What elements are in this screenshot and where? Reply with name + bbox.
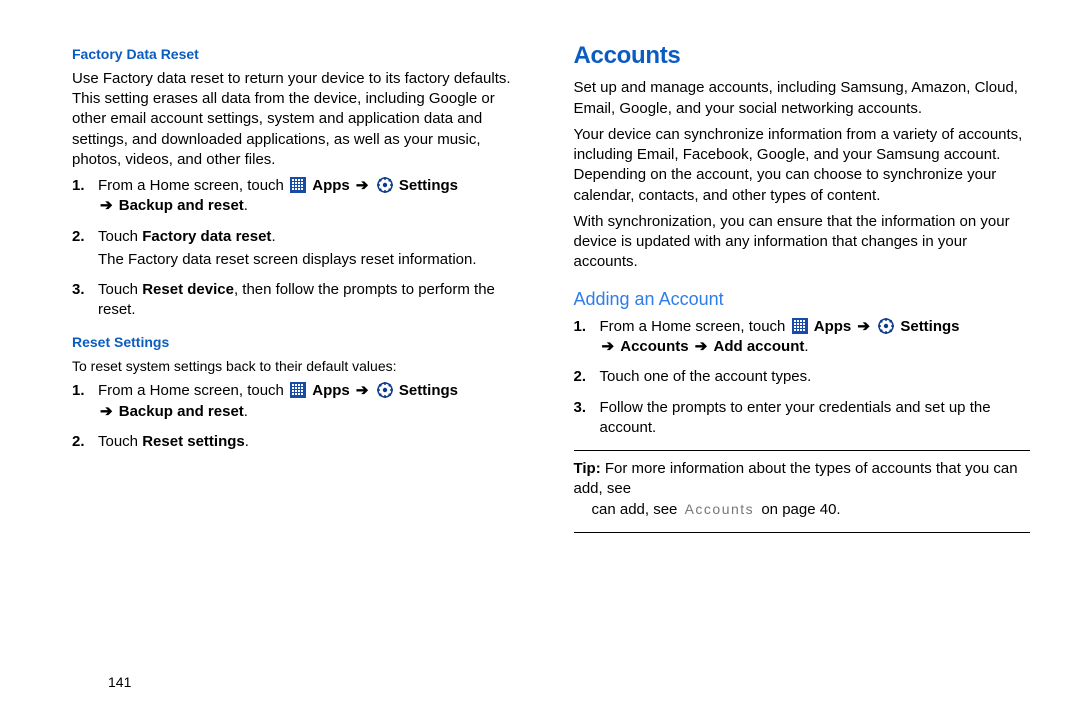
arrow-icon: ➔ [98,197,115,214]
action-label: Reset settings [142,433,245,450]
action-label: Reset device [142,281,234,298]
settings-label: Settings [399,382,458,399]
step-text: From a Home screen, touch [98,382,288,399]
step-number: 2. [72,227,85,247]
step-number: 1. [574,317,587,337]
apps-label: Apps [312,177,350,194]
step-number: 2. [574,367,587,387]
arrow-icon: ➔ [354,177,371,194]
heading-reset-settings: Reset Settings [72,333,529,352]
adding-account-steps: 1. From a Home screen, touch Apps ➔ Sett… [574,317,1031,438]
step-3: 3. Touch Reset device, then follow the p… [98,280,529,321]
step-text: Touch [98,433,142,450]
step-text: Touch [98,228,142,245]
accounts-p2: Your device can synchronize information … [574,125,1031,206]
page-number: 141 [108,673,131,692]
settings-label: Settings [900,318,959,335]
heading-accounts: Accounts [574,40,1031,72]
step-number: 1. [72,381,85,401]
cross-reference: Accounts [682,501,758,517]
step-2: 2. Touch Factory data reset. The Factory… [98,227,529,271]
step-text: From a Home screen, touch [98,177,288,194]
accounts-p3: With synchronization, you can ensure tha… [574,212,1031,273]
tip-paragraph: Tip: For more information about the type… [574,459,1031,520]
apps-icon [290,177,306,193]
right-column: Accounts Set up and manage accounts, inc… [574,45,1031,720]
destination-label: Accounts [620,338,688,355]
destination-label: Backup and reset [119,403,244,420]
arrow-icon: ➔ [600,338,617,355]
step-1: 1. From a Home screen, touch Apps ➔ Sett… [98,381,529,422]
left-column: Factory Data Reset Use Factory data rese… [72,45,529,720]
settings-icon [377,177,393,193]
arrow-icon: ➔ [855,318,872,335]
apps-icon [792,318,808,334]
step-text: Touch one of the account types. [600,368,812,385]
reset-settings-steps: 1. From a Home screen, touch Apps ➔ Sett… [72,381,529,452]
settings-icon [878,318,894,334]
step-number: 1. [72,176,85,196]
step-2: 2. Touch Reset settings. [98,432,529,452]
step-text: Follow the prompts to enter your credent… [600,399,991,436]
step-number: 3. [72,280,85,300]
factory-reset-intro: Use Factory data reset to return your de… [72,69,529,170]
divider [574,532,1031,533]
destination-label: Add account [714,338,805,355]
arrow-icon: ➔ [98,403,115,420]
factory-reset-steps: 1. From a Home screen, touch Apps ➔ Sett… [72,176,529,321]
tip-label: Tip: [574,460,601,477]
apps-label: Apps [312,382,350,399]
apps-icon [290,382,306,398]
step-2: 2. Touch one of the account types. [600,367,1031,387]
step-number: 2. [72,432,85,452]
accounts-p1: Set up and manage accounts, including Sa… [574,78,1031,119]
step-1: 1. From a Home screen, touch Apps ➔ Sett… [98,176,529,217]
destination-label: Backup and reset [119,197,244,214]
step-number: 3. [574,398,587,418]
settings-icon [377,382,393,398]
manual-page: Factory Data Reset Use Factory data rese… [0,0,1080,720]
step-text: Touch [98,281,142,298]
step-1: 1. From a Home screen, touch Apps ➔ Sett… [600,317,1031,358]
tip-line2: can add, see Accounts on page 40. [574,501,841,518]
divider [574,450,1031,451]
reset-settings-intro: To reset system settings back to their d… [72,357,529,376]
step-text: From a Home screen, touch [600,318,790,335]
arrow-icon: ➔ [354,382,371,399]
step-subtext: The Factory data reset screen displays r… [98,250,529,270]
tip-text: For more information about the types of … [574,460,1018,497]
step-3: 3. Follow the prompts to enter your cred… [600,398,1031,439]
action-label: Factory data reset [142,228,271,245]
apps-label: Apps [814,318,852,335]
settings-label: Settings [399,177,458,194]
heading-factory-data-reset: Factory Data Reset [72,45,529,64]
arrow-icon: ➔ [693,338,710,355]
heading-adding-account: Adding an Account [574,287,1031,311]
